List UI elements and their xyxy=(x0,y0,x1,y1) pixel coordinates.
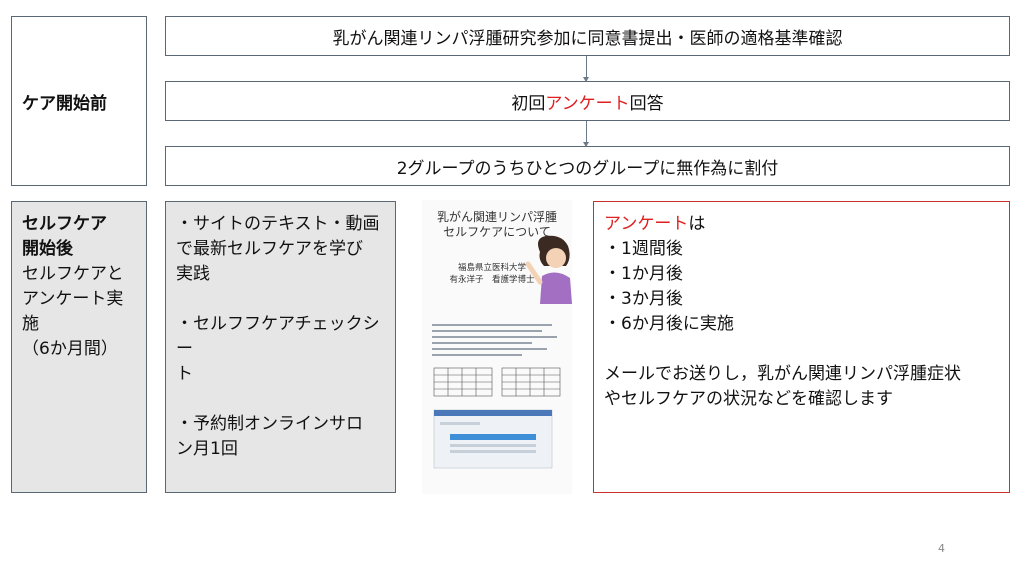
before-care-label: ケア開始前 xyxy=(22,93,107,114)
survey-schedule-item: ・1週間後 xyxy=(604,239,683,259)
document-tables xyxy=(433,367,561,397)
after-care-label-bold-1: セルフケア xyxy=(22,214,107,234)
flow-arrow-1 xyxy=(583,56,589,82)
before-care-label-box: ケア開始前 xyxy=(11,16,147,186)
step-random-assignment-text: 2グループのうちひとつのグループに無作為に割付 xyxy=(396,158,779,179)
activity-line: ト xyxy=(176,364,193,384)
nurse-illustration-icon xyxy=(525,235,572,304)
activity-line: 実践 xyxy=(176,264,210,284)
step-initial-survey-highlight: アンケート xyxy=(545,93,630,114)
survey-title-rest: は xyxy=(688,214,706,234)
step-initial-survey-text: 初回アンケート回答 xyxy=(511,89,663,114)
survey-description-line: やセルフケアの状況などを確認します xyxy=(604,389,893,409)
activity-line: で最新セルフケアを学び xyxy=(176,239,363,259)
document-illustration xyxy=(432,235,572,469)
after-care-label-line: （6か月間） xyxy=(22,339,118,359)
selfcare-activities-box: ・サイトのテキスト・動画 で最新セルフケアを学び 実践 ・セルフフケアチェックシ… xyxy=(165,201,396,493)
survey-schedule-box: アンケートは ・1週間後 ・1か月後 ・3か月後 ・6か月後に実施 メールでお送… xyxy=(593,201,1010,493)
survey-schedule-item: ・1か月後 xyxy=(604,264,683,284)
step-initial-survey-box: 初回アンケート回答 xyxy=(165,81,1010,121)
step-consent-box: 乳がん関連リンパ浮腫研究参加に同意書提出・医師の適格基準確認 xyxy=(165,16,1010,56)
activity-line: ・予約制オンラインサロ xyxy=(176,414,363,434)
after-care-label-bold-2: 開始後 xyxy=(22,239,73,259)
step-initial-survey-suffix: 回答 xyxy=(629,93,664,114)
step-random-assignment-box: 2グループのうちひとつのグループに無作為に割付 xyxy=(165,146,1010,186)
activity-line: ・サイトのテキスト・動画 xyxy=(176,214,380,234)
survey-title-highlight: アンケート xyxy=(604,214,689,234)
step-consent-text: 乳がん関連リンパ浮腫研究参加に同意書提出・医師の適格基準確認 xyxy=(332,28,843,49)
after-care-label-box: セルフケア 開始後 セルフケアと アンケート実 施 （6か月間） xyxy=(11,201,147,493)
survey-schedule-item: ・6か月後に実施 xyxy=(604,314,734,334)
document-screenshot xyxy=(433,409,553,469)
after-care-label-line: 施 xyxy=(22,314,39,334)
document-text-lines xyxy=(432,324,557,356)
after-care-label-line: アンケート実 xyxy=(22,289,124,309)
selfcare-document-thumbnail: 乳がん関連リンパ浮腫 セルフケアについて 福島県立医科大学 有永洋子 看護学博士 xyxy=(422,200,572,494)
step-initial-survey-prefix: 初回 xyxy=(511,93,546,114)
flow-arrow-2 xyxy=(583,121,589,147)
page-number: 4 xyxy=(938,542,945,555)
survey-schedule-item: ・3か月後 xyxy=(604,289,683,309)
activity-line: ・セルフフケアチェックシー xyxy=(176,314,380,359)
survey-description-line: メールでお送りし，乳がん関連リンパ浮腫症状 xyxy=(604,364,961,384)
activity-line: ン月1回 xyxy=(176,439,238,459)
survey-title: アンケートは xyxy=(604,212,1009,237)
after-care-label-line: セルフケアと xyxy=(22,264,124,284)
